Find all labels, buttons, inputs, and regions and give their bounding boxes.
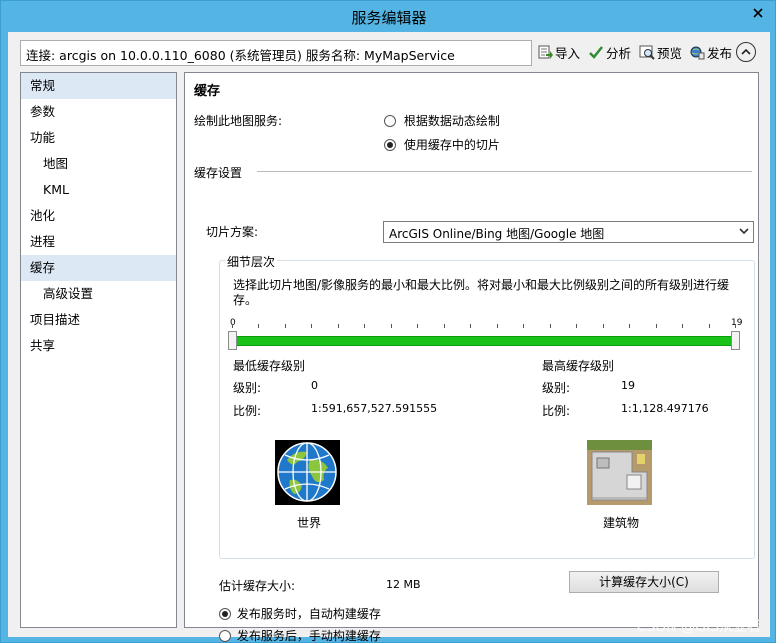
slider-max-label: 19 [731,318,743,328]
preview-button[interactable]: 预览 [639,42,682,62]
draw-cache-radio[interactable]: 使用缓存中的切片 [384,136,500,153]
sidebar-item[interactable]: 项目描述 [21,307,176,333]
slider-tick [284,324,286,328]
calculate-cache-size-button[interactable]: 计算缓存大小(C) [569,571,719,593]
slider-max-handle[interactable] [731,331,740,350]
draw-dynamic-radio[interactable]: 根据数据动态绘制 [384,112,500,129]
preview-label: 预览 [657,45,683,61]
slider-tick [390,324,392,328]
slider-tick [655,324,657,328]
connection-field: 连接: arcgis on 10.0.0.110_6080 (系统管理员) 服务… [20,40,532,66]
radio-unchecked-icon [219,630,231,642]
slider-tick [708,324,710,328]
sidebar-item[interactable]: 功能 [21,125,176,151]
min-scale-value: 1:591,657,527.591555 [311,402,438,415]
min-level-label: 级别: [233,381,262,395]
slider-tick [629,324,631,328]
close-icon [753,8,763,18]
slider-min-handle[interactable] [228,331,237,350]
sidebar-item[interactable]: 进程 [21,229,176,255]
client-area: 连接: arcgis on 10.0.0.110_6080 (系统管理员) 服务… [8,32,770,643]
world-caption: 世界 [297,516,322,530]
analyze-label: 分析 [606,45,632,61]
tiling-scheme-value: ArcGIS Online/Bing 地图/Google 地图 [389,227,605,241]
slider-tick [682,324,684,328]
radio-checked-icon [219,608,231,620]
sidebar-item[interactable]: 池化 [21,203,176,229]
watermark: CSDN @GIS从业者 [636,619,761,635]
slider-tick [523,324,525,328]
lod-slider-track[interactable] [231,336,737,346]
slider-tick [258,324,260,328]
radio-unchecked-icon [384,115,396,127]
publish-label: 发布 [707,45,733,61]
close-button[interactable] [747,3,769,23]
building-caption: 建筑物 [603,516,640,530]
sidebar-item[interactable]: KML [21,177,176,203]
import-button[interactable]: 导入 [537,42,580,62]
build-auto-radio[interactable]: 发布服务时，自动构建缓存 [219,605,381,622]
slider-tick [470,324,472,328]
service-editor-window: 服务编辑器 连接: arcgis on 10.0.0.110_6080 (系统管… [0,0,776,643]
analyze-button[interactable]: 分析 [588,42,631,62]
build-auto-label: 发布服务时，自动构建缓存 [236,607,381,621]
slider-tick [364,324,366,328]
title-bar[interactable]: 服务编辑器 [1,1,776,31]
preview-icon [639,45,655,60]
sidebar-item[interactable]: 共享 [21,333,176,359]
min-level-heading: 最低缓存级别 [233,359,306,373]
publish-button[interactable]: 发布 [689,42,732,62]
sidebar-item[interactable]: 参数 [21,99,176,125]
radio-checked-icon [384,139,396,151]
slider-tick [549,324,551,328]
sidebar-item[interactable]: 地图 [21,151,176,177]
slider-tick [417,324,419,328]
tiling-scheme-label: 切片方案: [206,225,259,239]
publish-icon [690,46,705,60]
build-manual-label: 发布服务后，手动构建缓存 [236,629,381,643]
section-divider [257,171,752,172]
draw-dynamic-label: 根据数据动态绘制 [403,114,500,128]
max-scale-value: 1:1,128.497176 [621,402,709,415]
slider-tick [602,324,604,328]
max-level-label: 级别: [542,381,571,395]
chevron-down-icon [739,228,749,235]
checkmark-icon [589,46,603,59]
lod-description: 选择此切片地图/影像服务的最小和最大比例。将对最小和最大比例级别之间的所有级别进… [233,278,730,307]
max-scale-label: 比例: [542,404,571,418]
building-image [587,440,652,505]
tiling-scheme-select[interactable]: ArcGIS Online/Bing 地图/Google 地图 [383,221,754,243]
build-manual-radio[interactable]: 发布服务后，手动构建缓存 [219,627,381,643]
estimate-label: 估计缓存大小: [219,579,296,593]
slider-tick [337,324,339,328]
lod-group-label: 细节层次 [225,253,278,270]
import-label: 导入 [555,45,581,61]
chevron-up-icon [741,48,751,55]
slider-tick [311,324,313,328]
sidebar-item[interactable]: 高级设置 [21,281,176,307]
cache-panel: 缓存 绘制此地图服务: 根据数据动态绘制 使用缓存中的切片 缓存设置 切片方案:… [184,72,759,643]
sidebar-nav: 常规 参数 功能 地图 KML 池化 进程 缓存 高级设置 项目描述 共享 [20,72,177,628]
slider-tick [735,324,736,328]
min-scale-label: 比例: [233,404,262,418]
slider-tick [232,324,233,328]
collapse-button[interactable] [736,42,756,62]
draw-cache-label: 使用缓存中的切片 [403,138,500,152]
slider-tick [576,324,578,328]
sidebar-item[interactable]: 常规 [21,73,176,99]
min-level-value: 0 [311,379,318,392]
max-level-heading: 最高缓存级别 [542,359,615,373]
world-globe-image [275,440,340,505]
import-icon [538,45,553,59]
draw-service-label: 绘制此地图服务: [194,114,283,128]
cache-settings-label: 缓存设置 [194,166,243,180]
max-level-value: 19 [621,379,635,392]
slider-tick [443,324,445,328]
estimate-value: 12 MB [386,578,421,591]
sidebar-item[interactable]: 缓存 [21,255,176,281]
slider-tick [496,324,498,328]
window-title: 服务编辑器 [351,9,427,27]
page-title: 缓存 [194,84,221,99]
